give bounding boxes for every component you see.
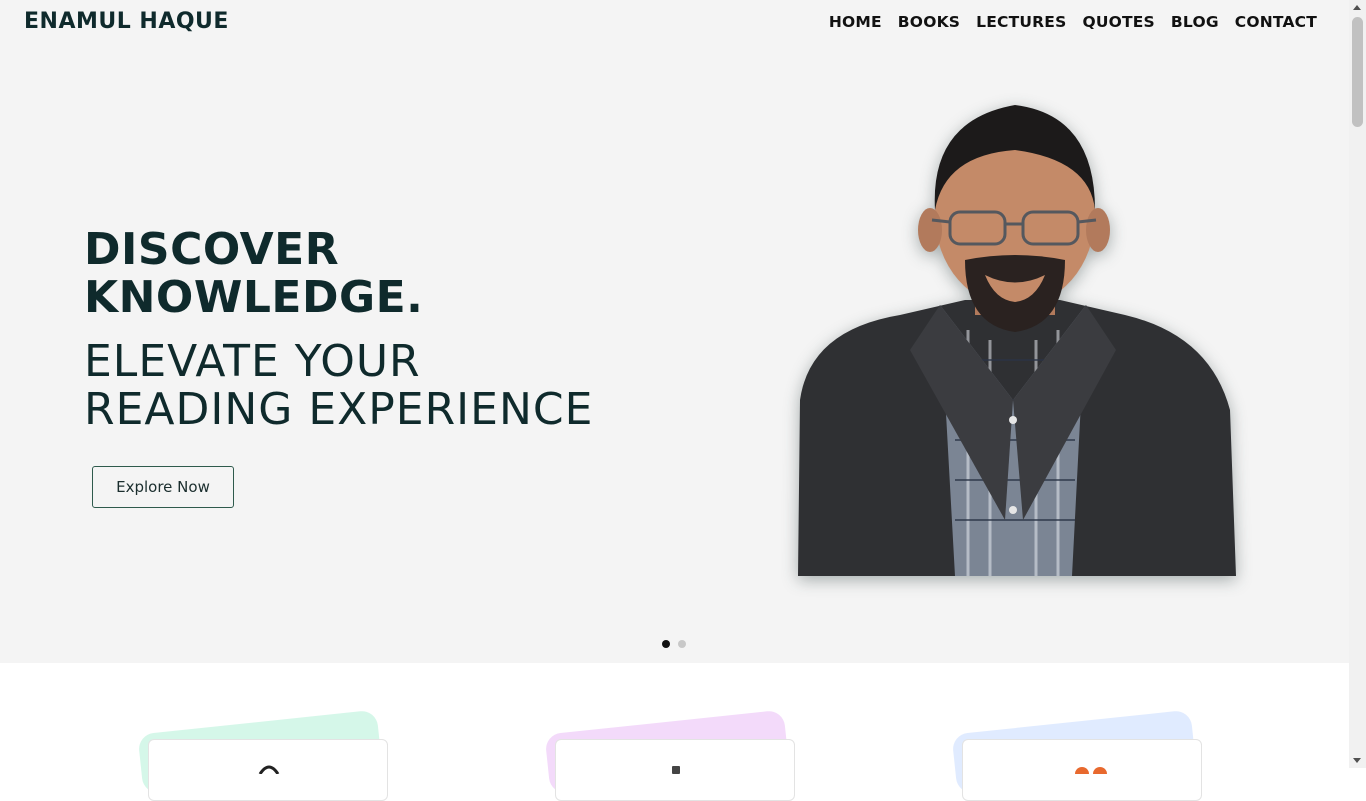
nav-books[interactable]: BOOKS: [898, 13, 960, 31]
main-nav: HOME BOOKS LECTURES QUOTES BLOG CONTACT: [829, 13, 1317, 31]
scroll-up-icon[interactable]: [1353, 5, 1361, 10]
hero-subheadline: ELEVATE YOUR READING EXPERIENCE: [84, 338, 764, 434]
hero-section: ENAMUL HAQUE HOME BOOKS LECTURES QUOTES …: [0, 0, 1349, 663]
nav-blog[interactable]: BLOG: [1171, 13, 1219, 31]
headline-line-1: DISCOVER: [84, 224, 340, 275]
headline-line-2: KNOWLEDGE.: [84, 272, 424, 323]
hero-headline: DISCOVER KNOWLEDGE.: [84, 226, 724, 322]
nav-home[interactable]: HOME: [829, 13, 882, 31]
feature-card-1[interactable]: [137, 709, 408, 801]
phone-icon: [672, 766, 680, 774]
feature-card-3[interactable]: [951, 709, 1222, 801]
subhead-line-1: ELEVATE YOUR: [84, 336, 421, 387]
nav-lectures[interactable]: LECTURES: [976, 13, 1066, 31]
feature-card-2[interactable]: [544, 709, 815, 801]
slider-dot-2[interactable]: [678, 640, 686, 648]
scroll-thumb[interactable]: [1352, 17, 1363, 127]
subhead-line-2: READING EXPERIENCE: [84, 384, 594, 435]
site-logo[interactable]: ENAMUL HAQUE: [24, 9, 229, 34]
author-portrait: [798, 105, 1236, 576]
nav-quotes[interactable]: QUOTES: [1082, 13, 1154, 31]
explore-now-button[interactable]: Explore Now: [92, 466, 234, 508]
slider-dot-1[interactable]: [662, 640, 670, 648]
people-icon: [1075, 767, 1107, 774]
slider-dots: [662, 640, 686, 648]
page-scrollbar[interactable]: [1349, 0, 1366, 768]
nav-contact[interactable]: CONTACT: [1235, 13, 1317, 31]
scroll-down-icon[interactable]: [1353, 758, 1361, 763]
user-icon: [258, 765, 280, 774]
